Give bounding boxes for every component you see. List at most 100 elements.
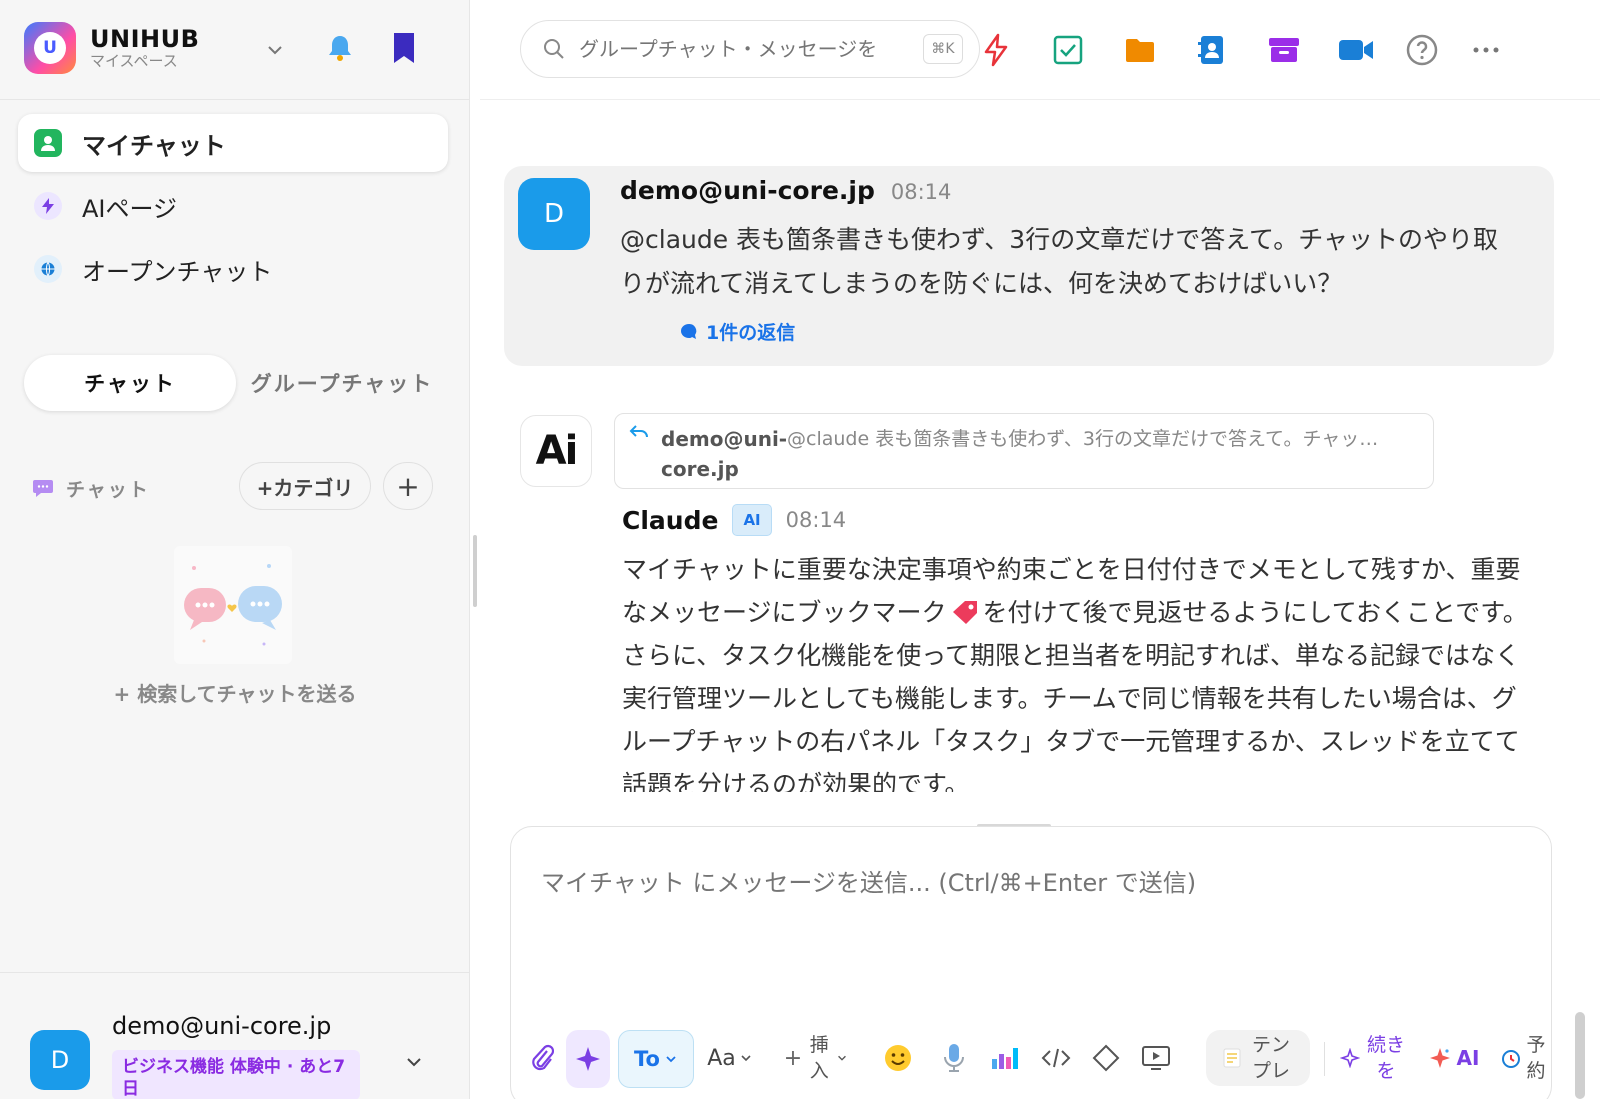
insert-label: 挿入 [809, 1034, 829, 1082]
reply-count: 1件の返信 [706, 322, 796, 344]
contacts-icon[interactable] [1192, 30, 1232, 70]
emoji-icon[interactable] [878, 1032, 918, 1084]
search-input[interactable] [579, 37, 909, 61]
workspace-name: マイスペース [90, 52, 178, 70]
add-category-button[interactable]: +カテゴリ [239, 462, 371, 510]
code-icon[interactable] [1036, 1032, 1076, 1084]
help-icon[interactable] [1402, 30, 1442, 70]
shortcut-hint: ⌘K [923, 34, 963, 64]
message-text-part: を付けて後で見返せるようにしておくことです。さらに、タスク化機能を使って期限と担… [622, 598, 1528, 792]
nav-label: マイチャット [82, 131, 226, 160]
sidebar-resize-handle[interactable] [473, 535, 477, 607]
avatar[interactable]: D [518, 178, 590, 250]
divider [0, 99, 470, 100]
message-text: @claude 表も箇条書きも使わず、3行の文章だけで答えて。チャットのやり取り… [620, 225, 1498, 298]
quote-text: @claude 表も箇条書きも使わず、3行の文章だけで答えて。チャッ… [787, 428, 1379, 450]
person-icon [34, 129, 62, 157]
bell-icon[interactable] [322, 30, 358, 66]
bookmark-tag-icon [952, 601, 977, 624]
user-avatar[interactable]: D [30, 1030, 90, 1090]
schedule-button[interactable]: 予約 [1496, 1032, 1550, 1084]
scrollbar[interactable] [1575, 1012, 1585, 1099]
search-to-chat-link[interactable]: + 検索してチャットを送る [0, 678, 470, 707]
bookmark-icon[interactable] [386, 30, 422, 66]
chevron-down-icon[interactable] [263, 38, 287, 62]
add-chat-button[interactable]: + [383, 462, 433, 510]
insert-button[interactable]: + 挿入 [778, 1032, 854, 1084]
thread-replies-link[interactable]: 1件の返信 [680, 318, 795, 345]
message-author[interactable]: demo@uni-core.jp [620, 176, 875, 205]
category-label: チャット [66, 478, 150, 501]
chevron-down-icon [666, 1056, 676, 1063]
category-row: チャット +カテゴリ + [32, 462, 442, 514]
message-input[interactable] [541, 863, 1521, 963]
user-email: demo@uni-core.jp [112, 1012, 332, 1040]
message-time: 08:14 [785, 508, 847, 532]
main-panel: ⌘K [480, 0, 1600, 1099]
template-button[interactable]: テンプレ [1206, 1030, 1310, 1086]
schedule-icon [1502, 1050, 1520, 1068]
app-window: U UNIHUB マイスペース マイチャット AIページ オープンチャット チャ… [0, 0, 1600, 1099]
text-format-button[interactable]: Aa [702, 1032, 758, 1084]
continue-button[interactable]: 続きを [1338, 1032, 1408, 1084]
ai-button[interactable]: AI [1424, 1032, 1484, 1084]
quoted-message[interactable]: demo@uni-core.jp @claude 表も箇条書きも使わず、3行の文… [614, 413, 1434, 489]
nav-my-chat[interactable]: マイチャット [18, 114, 448, 172]
nav-label: AIページ [82, 194, 178, 223]
workspace-switcher[interactable]: U UNIHUB マイスペース [24, 22, 199, 74]
ai-badge: AI [732, 504, 772, 536]
to-selector[interactable]: To [618, 1030, 694, 1088]
chart-icon[interactable] [984, 1032, 1024, 1084]
sparkle-icon [1340, 1048, 1360, 1068]
to-label: To [634, 1047, 660, 1071]
diamond-icon[interactable] [1086, 1032, 1126, 1084]
continue-label: 続きを [1366, 1034, 1405, 1082]
ai-assist-button[interactable] [566, 1030, 610, 1088]
empty-chat-illustration [174, 546, 292, 664]
ai-label: AI [1456, 1046, 1480, 1070]
search-icon [544, 39, 564, 59]
more-icon[interactable] [1466, 30, 1506, 70]
nav-ai-page[interactable]: AIページ [18, 177, 448, 235]
task-check-icon[interactable] [1048, 30, 1088, 70]
unihub-logo: U [24, 22, 76, 74]
message-card[interactable]: D demo@uni-core.jp 08:14 @claude 表も箇条書きも… [504, 166, 1554, 366]
sidebar: U UNIHUB マイスペース マイチャット AIページ オープンチャット チャ… [0, 0, 470, 1099]
divider [0, 972, 470, 973]
chat-type-tabs: チャット グループチャット [24, 355, 448, 411]
top-toolbar: ⌘K [480, 0, 1600, 100]
lightning-icon[interactable] [976, 30, 1016, 70]
chevron-down-icon [741, 1055, 751, 1062]
chevron-down-icon [838, 1055, 847, 1061]
attach-icon[interactable] [524, 1032, 560, 1084]
sparkle-icon [1429, 1048, 1450, 1068]
folder-icon[interactable] [1120, 30, 1160, 70]
chat-bubble-icon [33, 480, 53, 497]
format-label: Aa [707, 1045, 736, 1071]
message-header: Claude AI 08:14 [622, 504, 846, 536]
message-header: demo@uni-core.jp 08:14 [620, 176, 951, 205]
nav-label: オープンチャット [82, 257, 273, 286]
chevron-down-icon[interactable] [402, 1050, 426, 1074]
archive-icon[interactable] [1264, 30, 1304, 70]
message-author[interactable]: Claude [622, 506, 718, 535]
nav-open-chat[interactable]: オープンチャット [18, 240, 448, 298]
message-text: マイチャットに重要な決定事項や約束ごとを日付付きでメモとして残すか、重要なメッセ… [622, 548, 1532, 792]
brand-text: UNIHUB マイスペース [90, 26, 199, 70]
claude-avatar[interactable]: Ai [520, 415, 592, 487]
screen-record-icon[interactable] [1136, 1032, 1176, 1084]
video-call-icon[interactable] [1336, 30, 1376, 70]
insert-plus: + [783, 1045, 803, 1071]
tab-chat[interactable]: チャット [24, 355, 236, 411]
message-time: 08:14 [890, 180, 952, 204]
category-header[interactable]: チャット [32, 475, 150, 502]
quote-author: demo@uni-core.jp [661, 427, 788, 481]
trial-badge[interactable]: ビジネス機能 体験中 · あと7日 [112, 1050, 360, 1099]
microphone-icon[interactable] [934, 1032, 974, 1084]
unihub-logo-letter: U [34, 32, 66, 64]
document-icon [1223, 1048, 1241, 1068]
template-label: テンプレ [1251, 1034, 1290, 1082]
search-bar[interactable]: ⌘K [520, 20, 980, 78]
sparkle-icon [576, 1047, 600, 1071]
tab-group-chat[interactable]: グループチャット [236, 355, 448, 411]
